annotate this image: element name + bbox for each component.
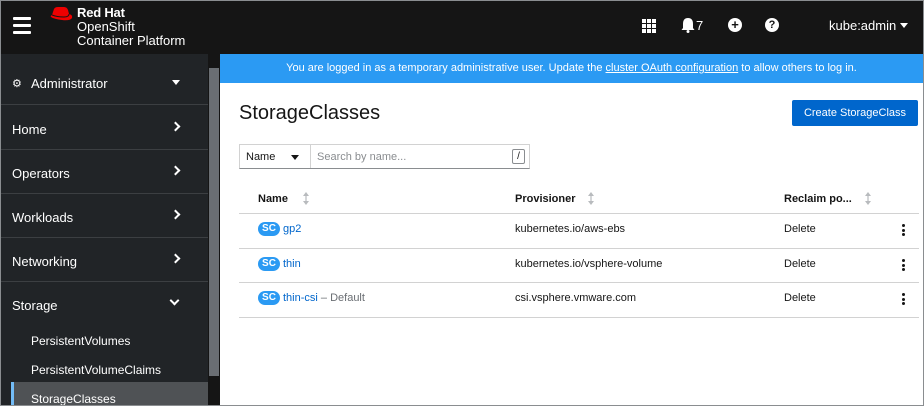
filter-type-value: Name	[246, 151, 276, 163]
sidebar-item-label: Workloads	[12, 210, 74, 225]
add-icon[interactable]: +	[728, 18, 742, 32]
sidebar-subitem-persistentvolumeclaims[interactable]: PersistentVolumeClaims	[31, 363, 161, 377]
column-header-name[interactable]: Name	[258, 193, 288, 205]
sidebar-item-label: Networking	[12, 254, 78, 269]
column-header-reclaim-policy[interactable]: Reclaim po...	[784, 193, 852, 205]
row-divider	[239, 317, 919, 318]
application-launcher-icon[interactable]	[642, 19, 656, 33]
hamburger-menu-icon[interactable]	[13, 17, 31, 34]
search-input[interactable]	[317, 149, 507, 165]
provisioner-cell: kubernetes.io/aws-ebs	[515, 223, 626, 235]
sc-badge: SC	[258, 222, 280, 236]
red-hat-logo-icon[interactable]	[49, 6, 73, 22]
storageclass-link[interactable]: thin	[283, 258, 301, 270]
sidebar-item-label: Storage	[12, 298, 58, 313]
sidebar-item-workloads[interactable]: Workloads	[1, 194, 208, 238]
keyboard-shortcut-hint: /	[512, 149, 525, 164]
row-divider	[239, 248, 919, 249]
sc-badge: SC	[258, 291, 280, 305]
sidebar-item-storage[interactable]: Storage	[1, 282, 208, 326]
sort-icon[interactable]	[588, 192, 594, 205]
table-header-divider	[239, 213, 919, 214]
sidebar-scrollbar-thumb[interactable]	[209, 68, 219, 376]
storageclass-link[interactable]: thin-csi – Default	[283, 292, 365, 304]
provisioner-cell: csi.vsphere.vmware.com	[515, 292, 637, 304]
chevron-right-icon	[170, 121, 181, 132]
bell-icon[interactable]	[681, 17, 695, 33]
row-divider	[239, 282, 919, 283]
notification-count[interactable]: 7	[696, 18, 703, 33]
reclaim-policy-cell: Delete	[784, 292, 816, 304]
column-header-provisioner[interactable]: Provisioner	[515, 193, 576, 205]
sort-icon[interactable]	[865, 192, 871, 205]
caret-down-icon	[900, 23, 909, 28]
user-name: kube:admin	[829, 18, 897, 33]
cluster-banner: You are logged in as a temporary adminis…	[220, 54, 923, 83]
sidebar: ⚙ Administrator Home Operators Workloads…	[1, 54, 220, 405]
provisioner-cell: kubernetes.io/vsphere-volume	[515, 258, 663, 270]
sidebar-item-networking[interactable]: Networking	[1, 238, 208, 282]
perspective-label: Administrator	[31, 76, 108, 91]
sidebar-item-label: Operators	[12, 166, 70, 181]
reclaim-policy-cell: Delete	[784, 223, 816, 235]
page-title: StorageClasses	[239, 102, 381, 124]
sidebar-item-label: Home	[12, 122, 47, 137]
filter-toolbar: Name /	[239, 144, 530, 169]
kebab-menu-icon[interactable]	[902, 224, 906, 238]
filter-type-select[interactable]: Name	[240, 145, 311, 168]
banner-text-suffix: to allow others to log in.	[741, 62, 857, 74]
banner-text: You are logged in as a temporary adminis…	[286, 62, 603, 74]
brand-name[interactable]: Red Hat OpenShift Container Platform	[77, 6, 185, 48]
storageclass-name[interactable]: thin	[283, 258, 301, 270]
help-icon[interactable]: ?	[765, 18, 779, 32]
chevron-down-icon	[169, 295, 180, 306]
masthead: Red Hat OpenShift Container Platform 7 +…	[1, 1, 923, 54]
chevron-right-icon	[170, 253, 181, 264]
sc-badge: SC	[258, 257, 280, 271]
perspective-switcher[interactable]: ⚙ Administrator	[1, 60, 208, 105]
oauth-config-link[interactable]: cluster OAuth configuration	[606, 62, 739, 74]
sidebar-item-home[interactable]: Home	[1, 106, 208, 150]
create-storageclass-button[interactable]: Create StorageClass	[792, 100, 918, 126]
kebab-menu-icon[interactable]	[902, 293, 906, 307]
sidebar-subitem-persistentvolumes[interactable]: PersistentVolumes	[31, 334, 130, 348]
sidebar-item-operators[interactable]: Operators	[1, 150, 208, 194]
sidebar-subitem-storageclasses[interactable]: StorageClasses	[31, 392, 116, 405]
reclaim-policy-cell: Delete	[784, 258, 816, 270]
caret-down-icon	[172, 80, 180, 85]
app-frame: Red Hat OpenShift Container Platform 7 +…	[0, 0, 924, 406]
brand-line-3: Container Platform	[77, 33, 186, 48]
storageclass-name[interactable]: thin-csi	[283, 292, 318, 304]
brand-line-1: Red Hat	[77, 5, 125, 20]
kebab-menu-icon[interactable]	[902, 259, 906, 273]
storageclass-link[interactable]: gp2	[283, 223, 301, 235]
sort-icon[interactable]	[303, 192, 309, 205]
caret-down-icon	[291, 155, 299, 160]
brand-line-2: OpenShift	[77, 19, 135, 34]
user-menu[interactable]: kube:admin	[829, 18, 909, 33]
chevron-right-icon	[170, 165, 181, 176]
cogs-icon: ⚙	[12, 78, 22, 90]
storageclass-name[interactable]: gp2	[283, 223, 301, 235]
chevron-right-icon	[170, 209, 181, 220]
default-label: – Default	[320, 292, 365, 304]
